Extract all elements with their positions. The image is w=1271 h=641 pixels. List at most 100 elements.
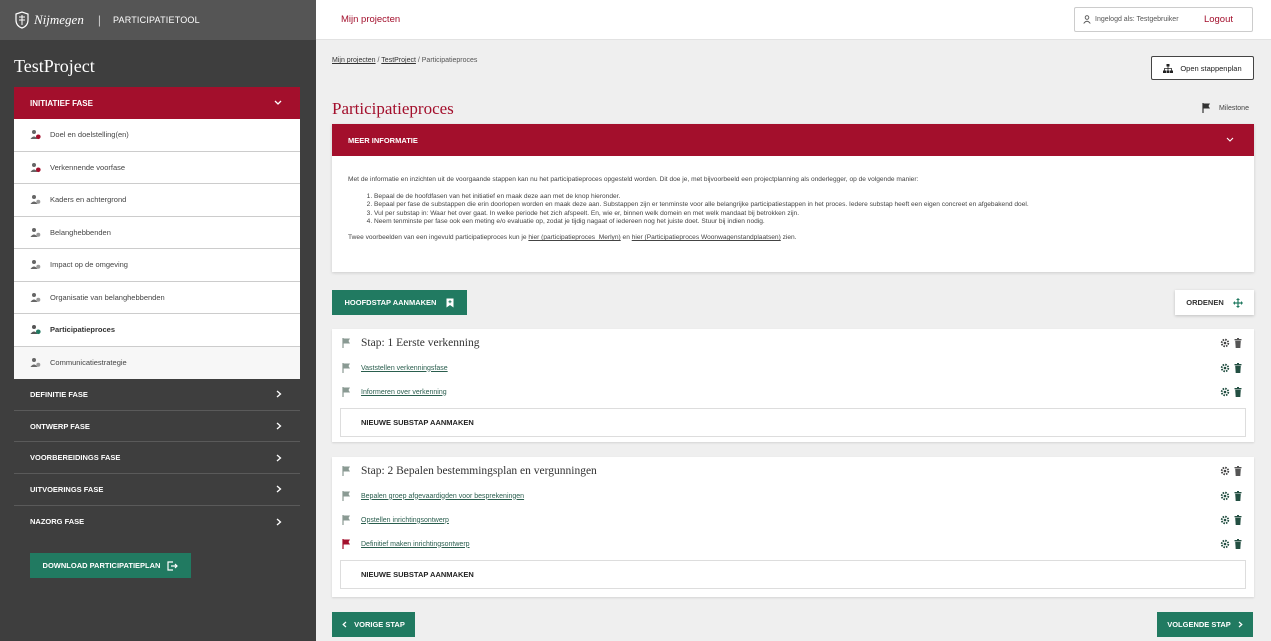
hoofdstap-label: HOOFDSTAP AANMAKEN bbox=[344, 298, 437, 307]
flag-red-icon bbox=[342, 539, 351, 549]
phase-label: UITVOERINGS FASE bbox=[30, 484, 104, 494]
sidebar-step[interactable]: Doel en doelstelling(en) bbox=[14, 119, 300, 152]
phase-uitvoerings[interactable]: UITVOERINGS FASE bbox=[14, 474, 300, 506]
chevron-left-icon bbox=[342, 621, 347, 628]
download-participatieplan-button[interactable]: DOWNLOAD PARTICIPATIEPLAN bbox=[30, 553, 191, 578]
logout-link[interactable]: Logout bbox=[1204, 14, 1233, 25]
info-examples: Twee voorbeelden van een ingevuld partic… bbox=[348, 234, 1238, 242]
ordenen-button[interactable]: ORDENEN bbox=[1175, 290, 1254, 315]
phase-nazorg[interactable]: NAZORG FASE bbox=[14, 506, 300, 538]
nijmegen-logo[interactable]: Nijmegen bbox=[14, 11, 84, 29]
gear-icon[interactable] bbox=[1220, 387, 1230, 397]
user-icon bbox=[1083, 15, 1091, 24]
sidebar-step[interactable]: Communicatiestrategie bbox=[14, 346, 300, 379]
person-grey-icon bbox=[30, 194, 41, 205]
breadcrumb-testproject[interactable]: TestProject bbox=[381, 57, 416, 64]
meer-informatie-toggle[interactable]: MEER INFORMATIE bbox=[332, 124, 1254, 156]
gear-icon[interactable] bbox=[1220, 491, 1230, 501]
sidebar-step[interactable]: Kaders en achtergrond bbox=[14, 184, 300, 217]
person-grey-icon bbox=[30, 259, 41, 270]
phase-list: DEFINITIE FASE ONTWERP FASE VOORBEREIDIN… bbox=[14, 379, 300, 537]
breadcrumb-current: Participatieproces bbox=[421, 57, 478, 64]
open-stappenplan-button[interactable]: Open stappenplan bbox=[1151, 56, 1254, 80]
phase-ontwerp[interactable]: ONTWERP FASE bbox=[14, 411, 300, 443]
chevron-right-icon bbox=[1238, 621, 1243, 628]
nieuwe-substap-button[interactable]: NIEUWE SUBSTAP AANMAKEN bbox=[340, 408, 1246, 437]
vorige-stap-button[interactable]: VORIGE STAP bbox=[332, 612, 415, 637]
substep-link[interactable]: Definitief maken inrichtingsontwerp bbox=[361, 541, 470, 548]
info-header-label: MEER INFORMATIE bbox=[348, 135, 418, 145]
sidebar-step[interactable]: Organisatie van belanghebbenden bbox=[14, 282, 300, 314]
sidebar-step-label: Kaders en achtergrond bbox=[50, 195, 127, 205]
substep-row: Informeren over verkenning bbox=[332, 380, 1254, 404]
trash-icon[interactable] bbox=[1234, 337, 1242, 348]
ordenen-label: ORDENEN bbox=[1186, 298, 1224, 307]
download-label: DOWNLOAD PARTICIPATIEPLAN bbox=[42, 561, 161, 570]
milestone-legend: Milestone bbox=[1202, 103, 1249, 113]
trash-icon[interactable] bbox=[1234, 491, 1242, 501]
substep-row: Vaststellen verkenningsfase bbox=[332, 356, 1254, 380]
info-intro: Met de informatie en inzichten uit de vo… bbox=[348, 176, 919, 183]
substep-link[interactable]: Bepalen groep afgevaardigden voor bespre… bbox=[361, 493, 524, 500]
info-list-item: Neem tenminste per fase ook een meting e… bbox=[374, 218, 1238, 226]
person-green-icon bbox=[30, 324, 41, 335]
phase-initiatief[interactable]: INITIATIEF FASE bbox=[14, 87, 300, 119]
sidebar-step[interactable]: Belanghebbenden bbox=[14, 217, 300, 249]
gear-icon[interactable] bbox=[1220, 338, 1230, 348]
trash-icon[interactable] bbox=[1234, 363, 1242, 373]
flag-grey-icon bbox=[342, 337, 351, 348]
user-label: Ingelogd als: Testgebruiker bbox=[1095, 16, 1179, 23]
top-bar: Mijn projecten Ingelogd als: Testgebruik… bbox=[316, 0, 1271, 40]
bookmark-plus-icon bbox=[446, 298, 454, 308]
trash-icon[interactable] bbox=[1234, 465, 1242, 476]
logo-text: Nijmegen bbox=[34, 12, 84, 27]
chevron-right-icon bbox=[276, 390, 282, 398]
substep-link[interactable]: Opstellen inrichtingsontwerp bbox=[361, 517, 449, 524]
chevron-right-icon bbox=[276, 485, 282, 493]
chevron-down-icon bbox=[274, 100, 282, 106]
project-title: TestProject bbox=[14, 56, 95, 76]
flag-grey-icon bbox=[342, 515, 351, 525]
phase-definitie[interactable]: DEFINITIE FASE bbox=[14, 379, 300, 411]
vorige-stap-label: VORIGE STAP bbox=[354, 620, 405, 629]
export-icon bbox=[167, 560, 179, 571]
sidebar-step[interactable]: Impact op de omgeving bbox=[14, 249, 300, 282]
hoofdstap-aanmaken-button[interactable]: HOOFDSTAP AANMAKEN bbox=[332, 290, 467, 315]
chevron-right-icon bbox=[276, 454, 282, 462]
examples-mid: en bbox=[620, 234, 632, 242]
sitemap-icon bbox=[1163, 63, 1174, 73]
flag-grey-icon bbox=[342, 491, 351, 501]
gear-icon[interactable] bbox=[1220, 363, 1230, 373]
sidebar-step-label: Verkennende voorfase bbox=[50, 162, 126, 172]
substep-link[interactable]: Informeren over verkenning bbox=[361, 389, 447, 396]
stage-card: Stap: 2 Bepalen bestemmingsplan en vergu… bbox=[332, 457, 1254, 597]
gear-icon[interactable] bbox=[1220, 539, 1230, 549]
example-link-merlyn[interactable]: hier (participatieproces_Merlyn) bbox=[528, 234, 620, 241]
sidebar-step-active[interactable]: Participatieproces bbox=[14, 314, 300, 347]
info-list-item: Vul per substap in: Waar het over gaat. … bbox=[374, 210, 1238, 218]
substep-link[interactable]: Vaststellen verkenningsfase bbox=[361, 365, 448, 372]
nieuwe-substap-button[interactable]: NIEUWE SUBSTAP AANMAKEN bbox=[340, 560, 1246, 589]
trash-icon[interactable] bbox=[1234, 515, 1242, 525]
example-link-woonwagen[interactable]: hier (Participatieproces Woonwagenstandp… bbox=[632, 234, 781, 241]
phase-steps-list: Doel en doelstelling(en) Verkennende voo… bbox=[14, 119, 300, 379]
flag-icon bbox=[1202, 103, 1211, 113]
phase-label: VOORBEREIDINGS FASE bbox=[30, 453, 121, 463]
breadcrumb-mijn-projecten[interactable]: Mijn projecten bbox=[332, 57, 376, 64]
brand-separator: | bbox=[97, 13, 101, 27]
phase-voorbereidings[interactable]: VOORBEREIDINGS FASE bbox=[14, 442, 300, 475]
brand-bar: Nijmegen | PARTICIPATIETOOL bbox=[0, 0, 316, 40]
info-list-item: Bepaal per fase de substappen die erin d… bbox=[374, 201, 1238, 209]
volgende-stap-button[interactable]: VOLGENDE STAP bbox=[1157, 612, 1253, 637]
trash-icon[interactable] bbox=[1234, 387, 1242, 397]
nav-mijn-projecten[interactable]: Mijn projecten bbox=[341, 14, 400, 25]
sidebar-step[interactable]: Verkennende voorfase bbox=[14, 152, 300, 184]
stage-header: Stap: 2 Bepalen bestemmingsplan en vergu… bbox=[332, 457, 1254, 484]
trash-icon[interactable] bbox=[1234, 539, 1242, 549]
gear-icon[interactable] bbox=[1220, 515, 1230, 525]
stage-title: Stap: 1 Eerste verkenning bbox=[361, 336, 480, 349]
open-stappenplan-label: Open stappenplan bbox=[1180, 63, 1242, 73]
gear-icon[interactable] bbox=[1220, 466, 1230, 476]
tool-name: PARTICIPATIETOOL bbox=[112, 15, 200, 25]
move-arrows-icon bbox=[1232, 297, 1243, 308]
